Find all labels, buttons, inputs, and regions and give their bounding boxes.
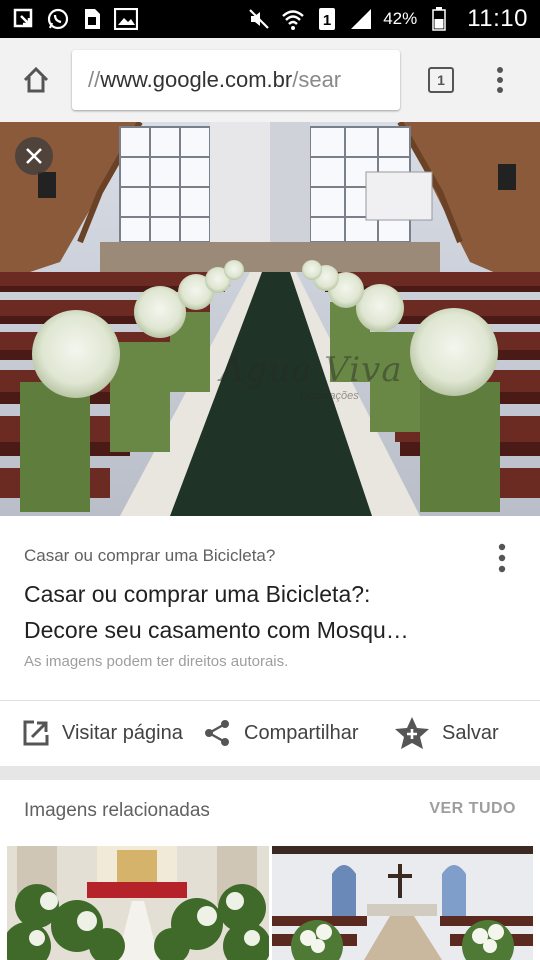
url-path: /sear <box>292 67 342 92</box>
church-aisle-photo <box>0 122 540 516</box>
result-title[interactable]: Casar ou comprar uma Bicicleta?: Decore … <box>24 576 504 648</box>
visit-page-label: Visitar página <box>62 721 183 744</box>
save-button[interactable]: Salvar <box>394 701 499 765</box>
copyright-notice: As imagens podem ter direitos autorais. <box>24 653 289 670</box>
share-button[interactable]: Compartilhar <box>202 701 358 765</box>
result-title-line-1: Casar ou comprar uma Bicicleta?: <box>24 581 371 607</box>
related-images-title: Imagens relacionadas <box>24 800 210 821</box>
status-right-icons: 1 42% 11:10 <box>247 5 528 33</box>
visit-page-button[interactable]: Visitar página <box>22 701 183 765</box>
signal-icon <box>349 7 373 31</box>
more-vert-icon <box>497 67 503 93</box>
browser-menu-button[interactable] <box>490 60 510 100</box>
close-image-button[interactable] <box>15 137 53 175</box>
sim-1-icon: 1 <box>315 7 339 31</box>
whatsapp-icon <box>46 7 70 31</box>
home-icon <box>23 66 49 93</box>
result-title-line-2: Decore seu casamento com Mosqu… <box>24 617 409 643</box>
section-separator <box>0 766 540 780</box>
image-info-card: Casar ou comprar uma Bicicleta? Casar ou… <box>0 516 540 700</box>
related-image-2[interactable] <box>272 846 533 960</box>
image-notification-icon <box>114 7 138 31</box>
result-more-button[interactable] <box>490 540 514 576</box>
status-left-icons <box>12 7 138 31</box>
download-notification-icon <box>12 7 36 31</box>
battery-percent: 42% <box>383 9 418 28</box>
source-site[interactable]: Casar ou comprar uma Bicicleta? <box>24 546 275 566</box>
browser-toolbar: //www.google.com.br/sear 1 <box>0 38 540 122</box>
save-label: Salvar <box>442 721 499 744</box>
mute-icon <box>247 7 271 31</box>
url-host: www.google.com.br <box>100 67 293 92</box>
tab-switcher-button[interactable]: 1 <box>426 65 456 95</box>
related-image-1[interactable] <box>7 846 269 960</box>
share-icon <box>205 720 229 746</box>
url-scheme: // <box>88 67 101 92</box>
status-bar: 1 42% 11:10 <box>0 0 540 38</box>
sim-card-icon <box>80 7 104 31</box>
tab-count: 1 <box>428 67 454 93</box>
battery-icon <box>427 7 451 31</box>
image-viewer[interactable]: Água Viva Decorações <box>0 122 540 516</box>
url-bar[interactable]: //www.google.com.br/sear <box>72 50 400 110</box>
clock: 11:10 <box>467 5 528 32</box>
wifi-icon <box>281 7 305 31</box>
more-vert-icon <box>498 543 506 573</box>
related-images-section: Imagens relacionadas VER TUDO <box>0 780 540 960</box>
home-button[interactable] <box>14 58 58 102</box>
svg-text:1: 1 <box>323 12 331 29</box>
see-all-link[interactable]: VER TUDO <box>429 800 516 818</box>
open-in-new-icon <box>23 720 49 746</box>
star-save-icon <box>395 717 429 749</box>
close-icon <box>26 148 42 164</box>
action-row: Visitar página Compartilhar Salvar <box>0 701 540 765</box>
image-watermark: Água Viva <box>220 350 403 390</box>
share-label: Compartilhar <box>244 721 359 744</box>
image-watermark-subtitle: Decorações <box>300 390 359 402</box>
